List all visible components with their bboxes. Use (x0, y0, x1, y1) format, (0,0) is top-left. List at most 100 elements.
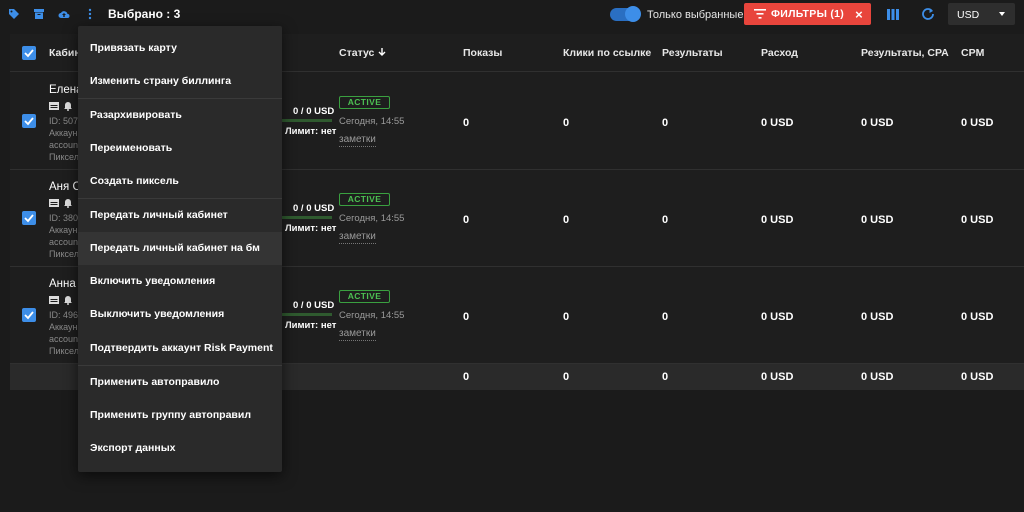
account-meta: Пиксел (49, 346, 79, 356)
archive-icon[interactable] (33, 8, 45, 20)
row-checkbox[interactable] (22, 211, 36, 225)
row-checkbox[interactable] (22, 308, 36, 322)
total-cpm: 0 USD (961, 371, 994, 383)
limit-text: Лимит: нет (285, 320, 337, 331)
menu-item-transfer-cabinet[interactable]: Передать личный кабинет (78, 199, 282, 232)
status-time: Сегодня, 14:55 (339, 116, 405, 127)
menu-item-enable-notifications[interactable]: Включить уведомления (78, 265, 282, 298)
bell-icon (64, 296, 72, 305)
spend-cell: 0 USD (761, 311, 794, 323)
header-impressions[interactable]: Показы (463, 47, 502, 59)
impressions-cell: 0 (463, 117, 470, 129)
spend-cell: 0 USD (761, 117, 794, 129)
impressions-cell: 0 (463, 311, 470, 323)
more-vertical-icon[interactable] (84, 8, 96, 20)
filters-clear-button[interactable]: × (855, 8, 863, 21)
currency-value: USD (957, 9, 980, 21)
check-icon (24, 311, 34, 320)
header-status[interactable]: Статус (339, 47, 387, 59)
account-name[interactable]: Анна (49, 278, 76, 290)
cpa-cell: 0 USD (861, 117, 894, 129)
account-id: ID: 507 (49, 116, 79, 126)
account-name[interactable]: Аня С (49, 181, 81, 193)
only-selected-label: Только выбранные (647, 9, 744, 21)
status-time: Сегодня, 14:55 (339, 213, 405, 224)
menu-item-change-billing-country[interactable]: Изменить страну биллинга (78, 65, 282, 98)
spend-limit-value: 0 / 0 USD (293, 203, 335, 214)
notes-link[interactable]: заметки (339, 328, 376, 341)
filters-button[interactable]: ФИЛЬТРЫ (1) × (744, 3, 871, 25)
notes-link[interactable]: заметки (339, 134, 376, 147)
menu-item-rename[interactable]: Переименовать (78, 132, 282, 165)
account-meta: Пиксел (49, 249, 79, 259)
select-all-checkbox[interactable] (22, 46, 36, 60)
menu-item-confirm-risk-payment[interactable]: Подтвердить аккаунт Risk Payment (78, 332, 282, 365)
card-icon (49, 102, 59, 110)
header-spend[interactable]: Расход (761, 47, 798, 59)
menu-item-export-data[interactable]: Экспорт данных (78, 432, 282, 465)
only-selected-toggle[interactable] (610, 6, 641, 22)
cpm-cell: 0 USD (961, 214, 994, 226)
header-status-label: Статус (339, 47, 375, 59)
refresh-icon[interactable] (921, 7, 935, 21)
filters-label: ФИЛЬТРЫ (1) (771, 8, 845, 20)
account-meta: Аккаун (49, 322, 78, 332)
menu-item-apply-autorule[interactable]: Применить автоправило (78, 366, 282, 399)
menu-item-disable-notifications[interactable]: Выключить уведомления (78, 298, 282, 331)
spend-limit-value: 0 / 0 USD (293, 106, 335, 117)
cloud-upload-icon[interactable] (58, 8, 70, 20)
menu-item-unarchive[interactable]: Разархивировать (78, 99, 282, 132)
account-meta: accoun (49, 334, 79, 344)
account-meta: accoun (49, 237, 79, 247)
menu-item-transfer-cabinet-bm[interactable]: Передать личный кабинет на бм (78, 232, 282, 265)
notes-link[interactable]: заметки (339, 231, 376, 244)
menu-item-create-pixel[interactable]: Создать пиксель (78, 165, 282, 198)
currency-select[interactable]: USD (948, 3, 1015, 25)
header-cabinet[interactable]: Кабин (49, 47, 81, 59)
cpm-cell: 0 USD (961, 117, 994, 129)
check-icon (24, 117, 34, 126)
selected-count: Выбрано : 3 (108, 7, 181, 21)
clicks-cell: 0 (563, 214, 570, 226)
results-cell: 0 (662, 117, 669, 129)
bell-icon (64, 199, 72, 208)
bell-icon (64, 102, 72, 111)
columns-icon[interactable] (887, 9, 899, 20)
status-badge: ACTIVE (339, 96, 390, 109)
account-icons (49, 295, 73, 305)
limit-text: Лимит: нет (285, 126, 337, 137)
spend-cell: 0 USD (761, 214, 794, 226)
menu-item-apply-autorule-group[interactable]: Применить группу автоправил (78, 399, 282, 432)
results-cell: 0 (662, 311, 669, 323)
limit-text: Лимит: нет (285, 223, 337, 234)
clicks-cell: 0 (563, 117, 570, 129)
header-cpa[interactable]: Результаты, CPA (861, 47, 949, 59)
spend-progress-bar (282, 313, 332, 316)
row-checkbox[interactable] (22, 114, 36, 128)
status-badge: ACTIVE (339, 290, 390, 303)
account-icons (49, 198, 73, 208)
total-spend: 0 USD (761, 371, 794, 383)
card-icon (49, 296, 59, 304)
total-impressions: 0 (463, 371, 470, 383)
tag-icon[interactable] (8, 8, 20, 20)
cpm-cell: 0 USD (961, 311, 994, 323)
status-badge: ACTIVE (339, 193, 390, 206)
account-meta: accoun (49, 140, 79, 150)
spend-progress-bar (282, 216, 332, 219)
cpa-cell: 0 USD (861, 311, 894, 323)
status-time: Сегодня, 14:55 (339, 310, 405, 321)
header-cpm[interactable]: CPM (961, 47, 984, 59)
header-clicks[interactable]: Клики по ссылке (563, 47, 651, 59)
card-icon (49, 199, 59, 207)
menu-item-link-card[interactable]: Привязать карту (78, 32, 282, 65)
actions-menu: Привязать карту Изменить страну биллинга… (78, 26, 282, 472)
account-meta: Аккаун (49, 225, 78, 235)
check-icon (24, 49, 34, 58)
account-id: ID: 380 (49, 213, 79, 223)
spend-limit-value: 0 / 0 USD (293, 300, 335, 311)
account-icons (49, 101, 73, 111)
results-cell: 0 (662, 214, 669, 226)
cpa-cell: 0 USD (861, 214, 894, 226)
header-results[interactable]: Результаты (662, 47, 723, 59)
